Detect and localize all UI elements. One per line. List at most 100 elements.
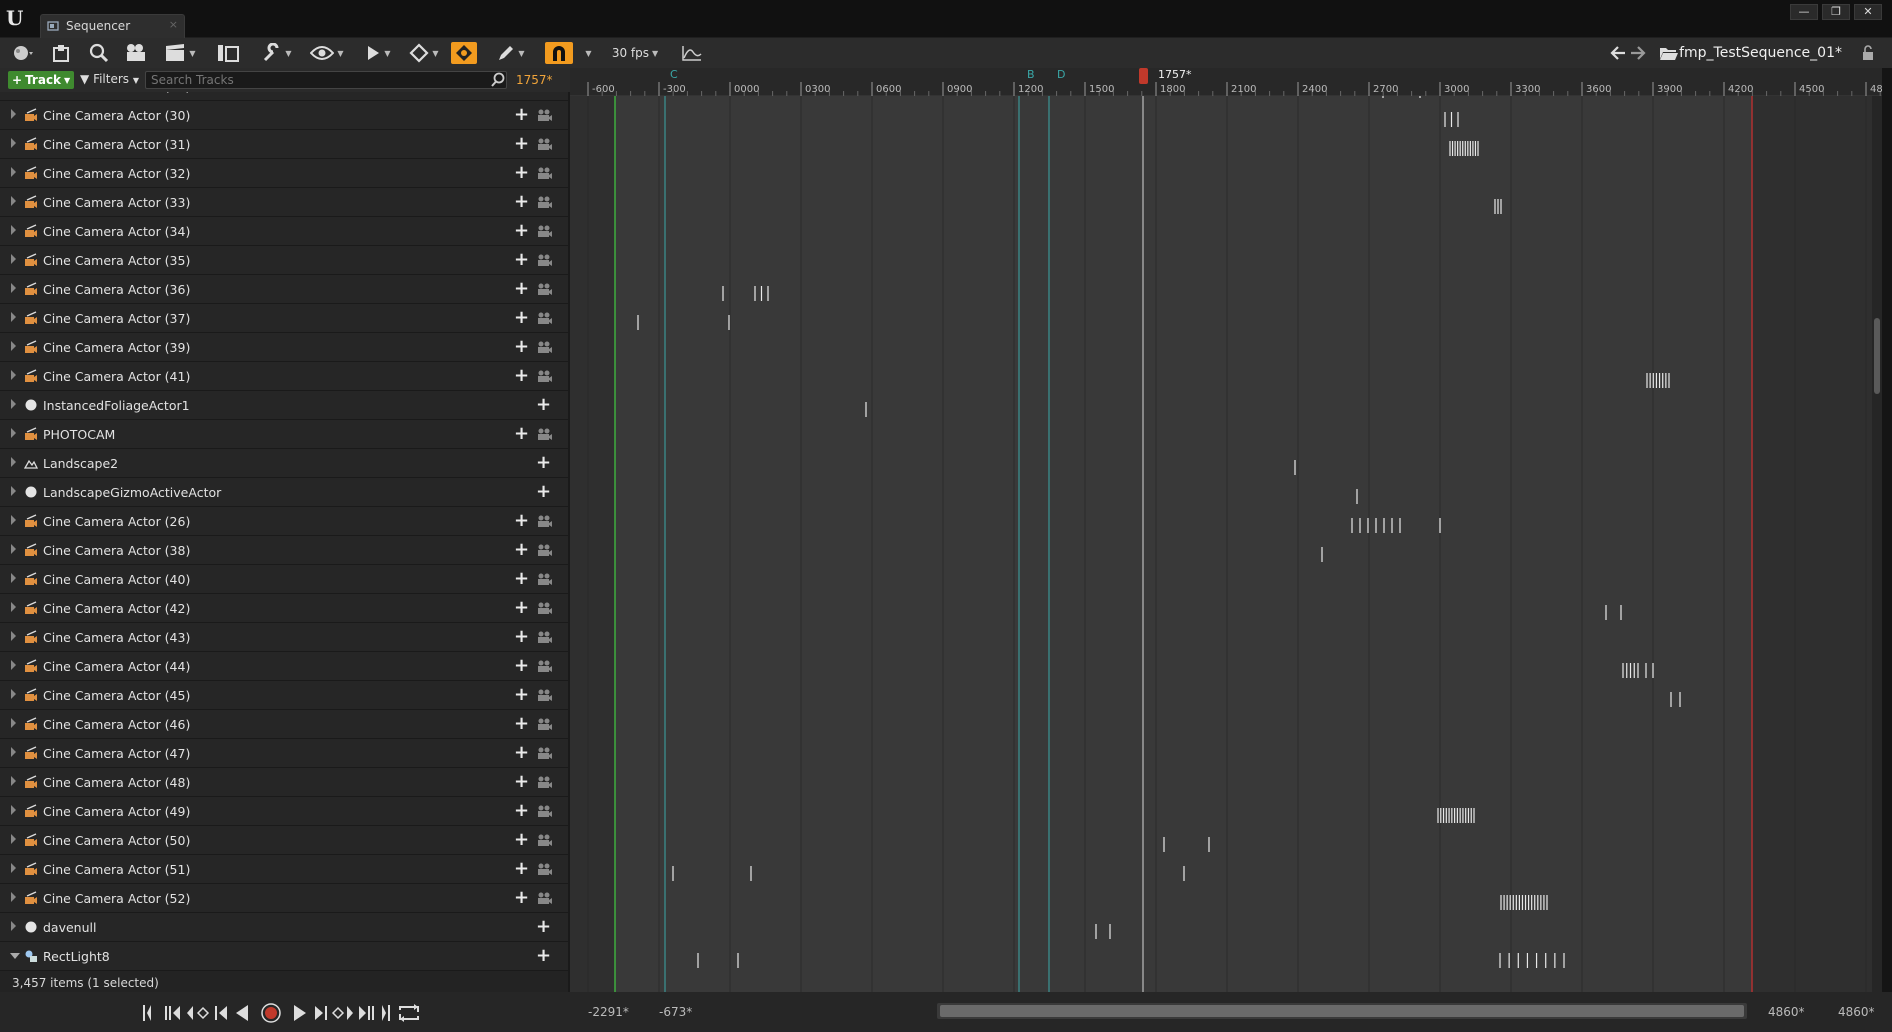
track-row[interactable]: Cine Camera Actor (44) + — [0, 652, 568, 681]
camera-cut-icon[interactable] — [537, 283, 553, 296]
next-key-icon[interactable] — [331, 1006, 353, 1020]
add-track-button[interactable]: + Track ▼ — [8, 71, 74, 89]
add-track-plus-icon[interactable]: + — [514, 510, 529, 531]
working-end-field[interactable]: 4860* — [1838, 1005, 1875, 1019]
view-options-button[interactable]: ▼ — [304, 42, 350, 64]
track-row[interactable]: Cine Camera Actor (52) + — [0, 884, 568, 913]
track-row[interactable]: Cine Camera Actor (38) + — [0, 536, 568, 565]
jump-to-start-icon[interactable] — [143, 1005, 151, 1021]
back-button[interactable] — [1608, 42, 1628, 64]
track-row[interactable]: Cine Camera Actor (41) + — [0, 362, 568, 391]
camera-cut-icon[interactable] — [537, 370, 553, 383]
track-row[interactable]: PHOTOCAM + — [0, 420, 568, 449]
track-row[interactable]: Cine Camera Actor (31) + — [0, 130, 568, 159]
camera-cut-icon[interactable] — [537, 254, 553, 267]
view-start-field[interactable]: -2291* — [588, 1005, 629, 1019]
time-ruler[interactable]: -600 -300 0000 0300 0600 0900 1200 1500 1800 2100… — [570, 68, 1883, 96]
camera-cut-icon[interactable] — [537, 892, 553, 905]
maximize-button[interactable]: ❐ — [1822, 4, 1850, 20]
filters-button[interactable]: ▼ Filters ▼ — [80, 72, 139, 86]
track-row[interactable]: Cine Camera Actor (42) + — [0, 594, 568, 623]
expand-arrow-icon[interactable] — [11, 892, 16, 902]
add-track-plus-icon[interactable]: + — [514, 597, 529, 618]
camera-cut-icon[interactable] — [537, 109, 553, 122]
add-track-plus-icon[interactable]: + — [514, 626, 529, 647]
forward-button[interactable] — [1628, 42, 1648, 64]
camera-cut-icon[interactable] — [537, 834, 553, 847]
track-row[interactable]: Cine Camera Actor (46) + — [0, 710, 568, 739]
add-track-plus-icon[interactable]: + — [514, 133, 529, 154]
add-track-plus-icon[interactable]: + — [514, 887, 529, 908]
camera-cut-icon[interactable] — [537, 573, 553, 586]
add-track-plus-icon[interactable]: + — [514, 307, 529, 328]
step-forward-frame-icon[interactable] — [315, 1006, 327, 1020]
add-track-plus-icon[interactable]: + — [536, 481, 551, 502]
create-camera-button[interactable] — [122, 42, 150, 64]
camera-cut-icon[interactable] — [537, 718, 553, 731]
expand-arrow-icon[interactable] — [11, 167, 16, 177]
add-track-plus-icon[interactable]: + — [536, 452, 551, 473]
add-track-plus-icon[interactable]: + — [514, 539, 529, 560]
snap-options-dropdown[interactable]: ▼ — [580, 42, 594, 64]
track-row[interactable]: Cine Camera Actor (45) + — [0, 681, 568, 710]
track-row[interactable]: Cine Camera Actor (48) + — [0, 768, 568, 797]
track-row[interactable]: Cine Camera Actor (43) + — [0, 623, 568, 652]
add-track-plus-icon[interactable]: + — [514, 684, 529, 705]
view-end-field[interactable]: 4860* — [1768, 1005, 1805, 1019]
jump-to-end-icon[interactable] — [382, 1005, 390, 1021]
loop-icon[interactable] — [399, 1004, 419, 1022]
settings-button[interactable]: ▼ — [256, 42, 298, 64]
track-row[interactable]: Cine Camera Actor (36) + — [0, 275, 568, 304]
tab-close-icon[interactable]: × — [169, 18, 178, 31]
track-row[interactable]: RectLight8 + — [0, 942, 568, 971]
horizontal-scroll-thumb[interactable] — [940, 1005, 1744, 1017]
camera-cut-icon[interactable] — [537, 92, 553, 93]
add-track-plus-icon[interactable]: + — [514, 829, 529, 850]
add-track-plus-icon[interactable]: + — [514, 365, 529, 386]
add-track-plus-icon[interactable]: + — [514, 568, 529, 589]
track-row[interactable]: Cine Camera Actor (39) + — [0, 333, 568, 362]
add-track-plus-icon[interactable]: + — [536, 916, 551, 937]
track-row[interactable]: Cine Camera Actor (50) + — [0, 826, 568, 855]
expand-arrow-icon[interactable] — [11, 254, 16, 264]
camera-cut-icon[interactable] — [537, 515, 553, 528]
sequence-name[interactable]: fmp_TestSequence_01* — [1679, 45, 1842, 61]
vertical-scrollbar[interactable] — [1872, 96, 1882, 992]
play-forward-icon[interactable] — [294, 1005, 306, 1021]
track-row[interactable]: Cine Camera Actor (33) + — [0, 188, 568, 217]
camera-cut-icon[interactable] — [537, 167, 553, 180]
expand-arrow-icon[interactable] — [11, 805, 16, 815]
add-track-plus-icon[interactable]: + — [514, 220, 529, 241]
track-row[interactable]: Cine Camera Actor (34) + — [0, 217, 568, 246]
camera-cut-icon[interactable] — [537, 689, 553, 702]
expand-arrow-icon[interactable] — [11, 544, 16, 554]
track-row[interactable]: Cine Camera Actor (49) + — [0, 797, 568, 826]
track-row[interactable]: Cine Camera Actor (26) + — [0, 507, 568, 536]
camera-cut-icon[interactable] — [537, 747, 553, 760]
camera-cut-icon[interactable] — [537, 805, 553, 818]
close-window-button[interactable]: ✕ — [1854, 4, 1882, 20]
expand-arrow-icon[interactable] — [11, 225, 16, 235]
expand-arrow-icon[interactable] — [11, 109, 16, 119]
add-track-plus-icon[interactable]: + — [514, 800, 529, 821]
expand-arrow-icon[interactable] — [11, 747, 16, 757]
auto-key-button[interactable] — [451, 42, 477, 64]
add-track-plus-icon[interactable]: + — [514, 336, 529, 357]
expand-arrow-icon[interactable] — [11, 834, 16, 844]
search-tracks-input[interactable] — [145, 71, 507, 89]
track-row[interactable]: Cine Camera Actor (35) + — [0, 246, 568, 275]
expand-arrow-icon[interactable] — [11, 196, 16, 206]
record-icon[interactable] — [261, 1003, 281, 1023]
step-back-frame-icon[interactable] — [215, 1006, 227, 1020]
find-in-browser-button[interactable] — [86, 42, 112, 64]
expand-arrow-icon[interactable] — [11, 863, 16, 873]
key-options-button[interactable]: ▼ — [406, 42, 442, 64]
track-row[interactable]: LandscapeGizmoActiveActor + — [0, 478, 568, 507]
horizontal-scrollbar[interactable] — [937, 1003, 1747, 1019]
track-row[interactable]: Landscape2 + — [0, 449, 568, 478]
current-time-field[interactable]: 1757* — [516, 73, 553, 87]
tab-sequencer[interactable]: Sequencer × — [40, 14, 185, 38]
expand-arrow-icon[interactable] — [11, 718, 16, 728]
playhead-handle[interactable] — [1139, 68, 1148, 84]
add-track-plus-icon[interactable]: + — [536, 394, 551, 415]
